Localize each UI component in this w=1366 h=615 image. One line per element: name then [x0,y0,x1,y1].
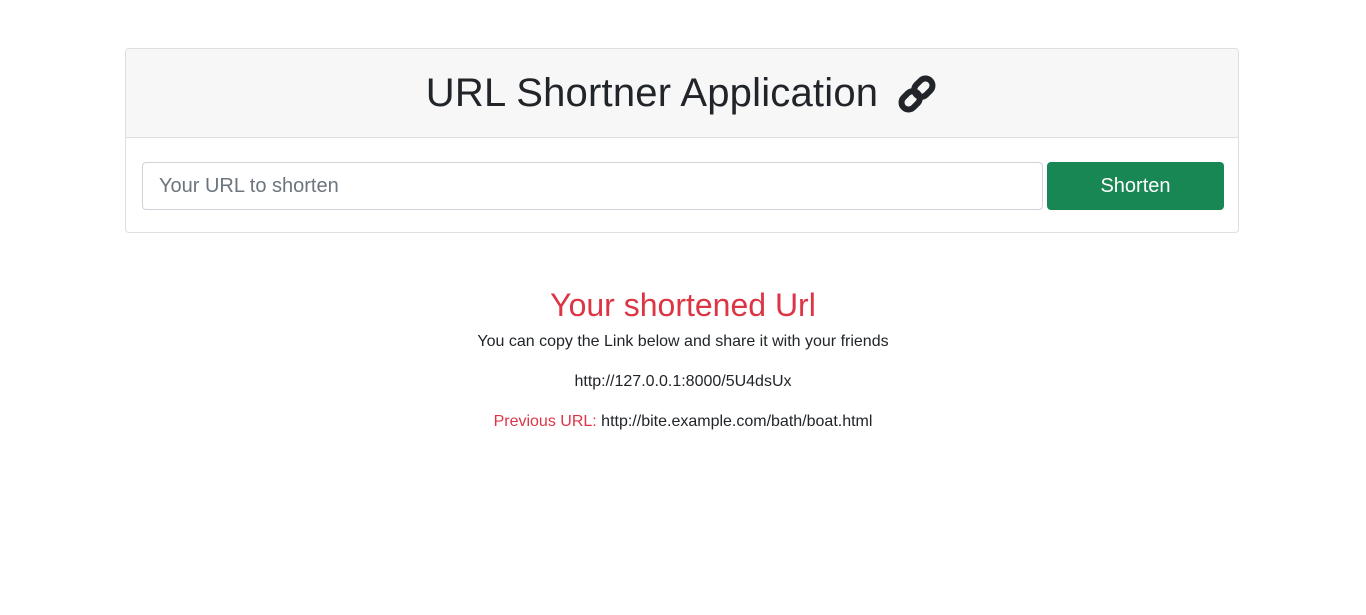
result-description: You can copy the Link below and share it… [477,333,889,350]
card-header: URL Shortner Application [126,49,1238,138]
shorten-button[interactable]: Shorten [1047,162,1224,210]
url-shortener-card: URL Shortner Application Shorten [125,48,1239,233]
url-input[interactable] [142,162,1043,210]
result-heading: Your shortened Url [550,287,816,323]
previous-url-value: http://bite.example.com/bath/boat.html [601,413,873,430]
card-body: Shorten [126,138,1238,232]
link-icon [896,73,938,115]
app-title: URL Shortner Application [425,70,879,115]
previous-url-label: Previous URL: [493,413,597,430]
previous-url-line: Previous URL: http://bite.example.com/ba… [0,410,1366,434]
result-section: Your shortened Url You can copy the Link… [0,280,1366,434]
short-url[interactable]: http://127.0.0.1:8000/5U4dsUx [0,370,1366,394]
